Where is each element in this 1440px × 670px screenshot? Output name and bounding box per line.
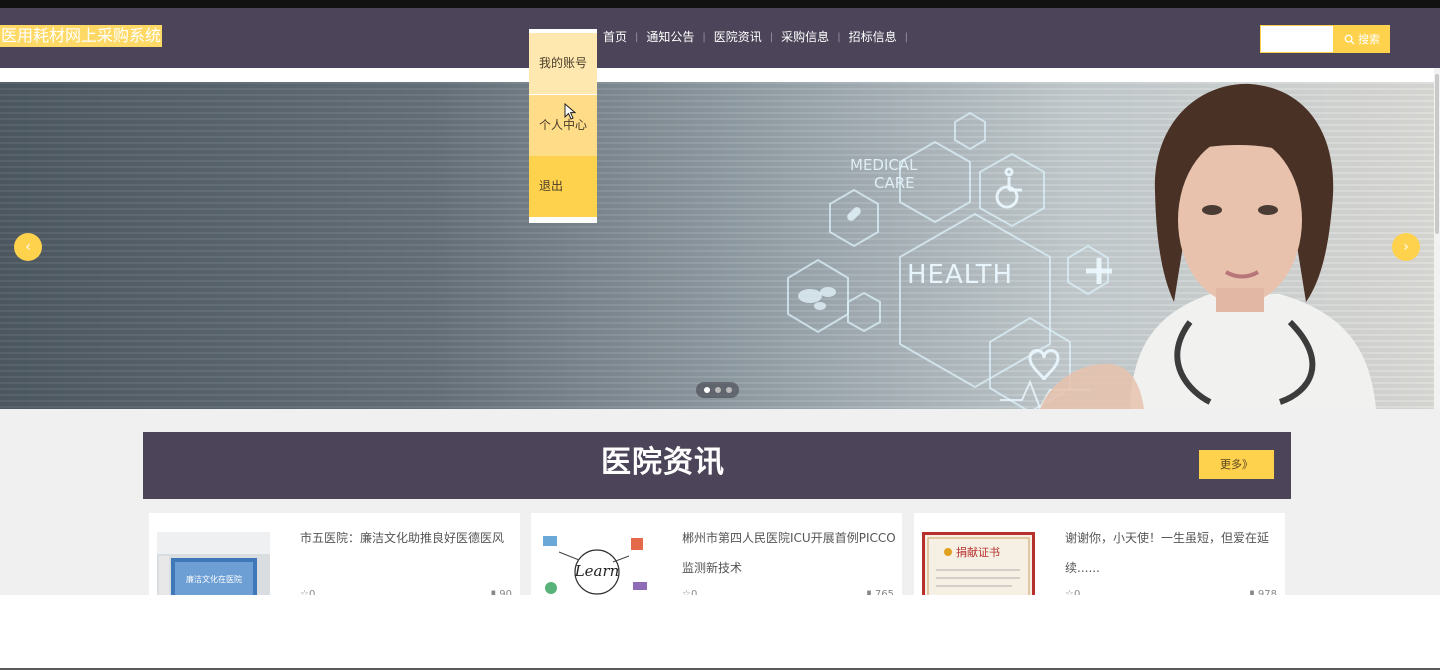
nav-separator: | [635, 31, 639, 43]
banner-text-medical: MEDICAL [850, 156, 918, 174]
nav-item-home[interactable]: 首页 [603, 28, 627, 46]
scrollbar-thumb[interactable] [1435, 74, 1439, 234]
thumb-caption: 捐献证书 [956, 545, 1000, 559]
pill-icon [847, 207, 861, 221]
news-card[interactable]: 捐献证书 谢谢你，小天使！一生虽短，但爱在延续...... ☆0 ▮ 978 [914, 513, 1285, 595]
main-nav: 首页 | 通知公告 | 医院资讯 | 采购信息 | 招标信息 | [603, 28, 916, 46]
account-dropdown-menu: 我的账号 个人中心 退出 [529, 29, 597, 223]
news-thumbnail: 廉洁文化在医院 [157, 532, 270, 595]
nav-separator: | [904, 31, 908, 43]
nav-item-notices[interactable]: 通知公告 [646, 28, 694, 46]
search-input[interactable] [1260, 25, 1334, 53]
banner-text-care: CARE [874, 174, 915, 192]
menu-item-personal-center[interactable]: 个人中心 [529, 95, 597, 156]
header-gap [0, 68, 1440, 82]
section-title: 医院资讯 [601, 445, 725, 480]
site-logo[interactable]: 医用耗材网上采购系统 [0, 25, 163, 47]
doctor-photo [1040, 83, 1376, 409]
mouse-cursor-icon [564, 103, 576, 120]
carousel-dot[interactable] [703, 387, 710, 393]
thumb-caption: Learn [574, 562, 620, 580]
carousel-dot[interactable] [725, 387, 732, 393]
hero-carousel[interactable]: MEDICAL CARE HEALTH ‹ › [0, 82, 1434, 409]
search-button-label: 搜索 [1358, 33, 1380, 46]
search-button[interactable]: 搜索 [1334, 25, 1390, 53]
news-card-title[interactable]: 市五医院：廉洁文化助推良好医德医风 [300, 523, 514, 553]
menu-item-my-account[interactable]: 我的账号 [529, 33, 597, 94]
wheelchair-icon [995, 167, 1022, 209]
world-map-icon [798, 287, 836, 310]
news-card[interactable]: 廉洁文化在医院 市五医院：廉洁文化助推良好医德医风 ☆0 ▮ 90 [149, 513, 520, 595]
nav-separator: | [837, 31, 841, 43]
nav-separator: | [769, 31, 774, 43]
carousel-next-button[interactable]: › [1392, 233, 1420, 261]
nav-separator: | [702, 31, 706, 43]
nav-item-hospital-news[interactable]: 医院资讯 [714, 28, 762, 46]
top-strip [0, 0, 1440, 8]
header: 医用耗材网上采购系统 首页 | 通知公告 | 医院资讯 | 采购信息 | 招标信… [0, 8, 1440, 68]
menu-item-logout[interactable]: 退出 [529, 156, 597, 217]
banner-text-health: HEALTH [907, 260, 1013, 290]
nav-item-procurement[interactable]: 采购信息 [781, 28, 829, 46]
page-bottom-blank [0, 595, 1440, 668]
carousel-prev-button[interactable]: ‹ [14, 233, 42, 261]
news-card-title[interactable]: 谢谢你，小天使！一生虽短，但爱在延续...... [1065, 523, 1279, 583]
news-thumbnail: 捐献证书 [922, 532, 1035, 595]
more-button[interactable]: 更多》 [1199, 450, 1274, 479]
news-card[interactable]: Learn 郴州市第四人民医院ICU开展首例PICCO监测新技术 ☆0 ▮ 76… [531, 513, 902, 595]
news-thumbnail: Learn [539, 532, 652, 595]
news-card-title[interactable]: 郴州市第四人民医院ICU开展首例PICCO监测新技术 [682, 523, 896, 583]
chevron-left-icon: ‹ [25, 239, 31, 255]
nav-item-bidding[interactable]: 招标信息 [849, 28, 897, 46]
hospital-news-header: 医院资讯 更多》 [143, 432, 1291, 499]
carousel-dot[interactable] [714, 387, 721, 393]
thumb-caption: 廉洁文化在医院 [186, 574, 242, 584]
page: 医用耗材网上采购系统 首页 | 通知公告 | 医院资讯 | 采购信息 | 招标信… [0, 0, 1440, 670]
search-icon [1344, 34, 1355, 45]
chevron-right-icon: › [1403, 239, 1409, 255]
carousel-indicators [696, 382, 739, 398]
